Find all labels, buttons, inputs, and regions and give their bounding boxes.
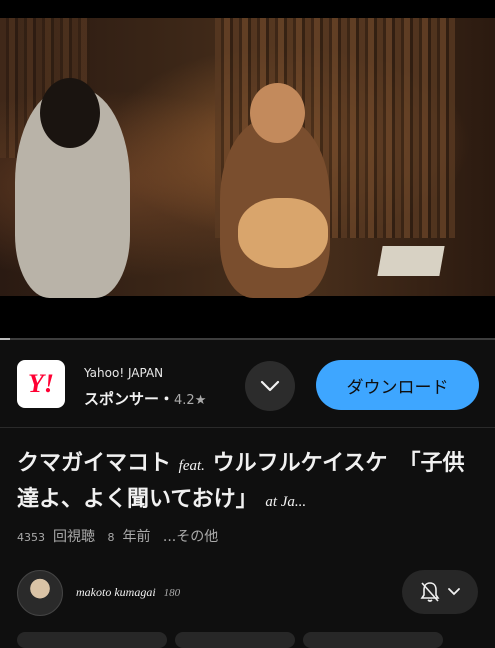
progress-fill: [0, 338, 10, 340]
channel-row[interactable]: makoto kumagai 180: [0, 567, 495, 617]
ad-sponsor-line: スポンサー・4.2★: [84, 388, 206, 409]
subscriber-count: 180: [163, 587, 181, 599]
action-chip[interactable]: [303, 632, 443, 648]
avatar[interactable]: [17, 570, 63, 616]
progress-bar[interactable]: [0, 338, 495, 340]
bell-off-icon: [420, 582, 440, 602]
chevron-down-icon: [260, 380, 280, 392]
action-chip[interactable]: [17, 632, 167, 648]
channel-name[interactable]: makoto kumagai 180: [76, 585, 180, 600]
ad-brand-name: Yahoo! JAPAN: [84, 366, 164, 380]
video-title[interactable]: クマガイマコト feat. ウルフルケイスケ 「子供達よ、よく聞いておけ」 at…: [17, 447, 485, 519]
view-count: 4353: [17, 531, 45, 544]
age-label: 年前: [122, 529, 151, 545]
video-player[interactable]: [0, 0, 495, 340]
yahoo-logo[interactable]: Y!: [17, 360, 65, 408]
video-meta[interactable]: 4353 回視聴 8 年前 ...その他: [17, 526, 226, 546]
ad-expand-button[interactable]: [245, 361, 295, 411]
download-button[interactable]: ダウンロード: [316, 360, 479, 410]
action-chips: [0, 632, 495, 648]
notification-button[interactable]: [402, 570, 478, 614]
chevron-down-icon: [448, 588, 460, 596]
rating: 4.2★: [174, 393, 207, 408]
sponsor-label: スポンサー・: [84, 390, 175, 408]
video-frame[interactable]: [0, 18, 495, 298]
view-label: 回視聴: [53, 529, 95, 545]
ad-card[interactable]: Y! Yahoo! JAPAN スポンサー・4.2★ ダウンロード: [0, 341, 495, 428]
age-count: 8: [107, 531, 115, 544]
action-chip[interactable]: [175, 632, 295, 648]
more-link[interactable]: ...その他: [163, 529, 218, 545]
